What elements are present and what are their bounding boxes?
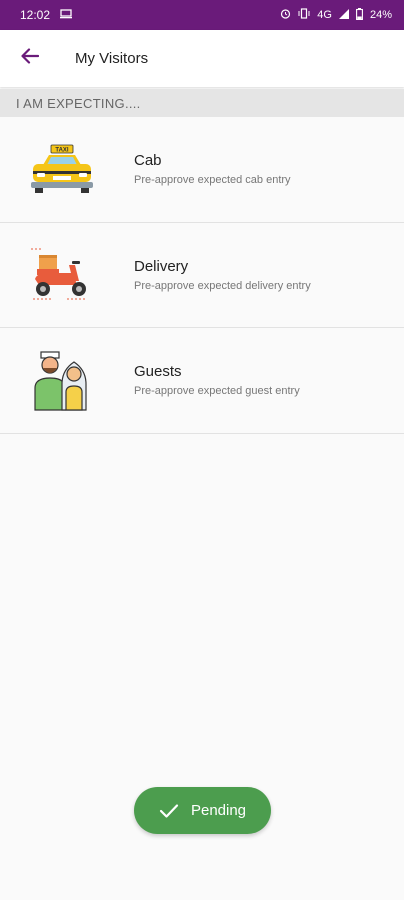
battery-icon bbox=[356, 7, 363, 23]
delivery-scooter-icon bbox=[28, 245, 96, 305]
pending-label: Pending bbox=[190, 802, 247, 819]
signal-icon bbox=[338, 8, 349, 22]
status-time: 12:02 bbox=[20, 8, 51, 22]
status-bar: 12:02 4G 24% bbox=[0, 0, 404, 30]
list-item-subtitle: Pre-approve expected delivery entry bbox=[134, 279, 311, 292]
check-icon bbox=[159, 803, 179, 819]
vibrate-icon bbox=[298, 8, 310, 22]
list-item-delivery[interactable]: Delivery Pre-approve expected delivery e… bbox=[0, 222, 404, 328]
list-item-subtitle: Pre-approve expected guest entry bbox=[134, 385, 300, 398]
list-item-title: Cab bbox=[134, 152, 162, 170]
pending-button[interactable]: Pending bbox=[134, 787, 271, 834]
taxi-icon: TAXI bbox=[28, 139, 96, 199]
list-item-subtitle: Pre-approve expected cab entry bbox=[134, 174, 291, 187]
guests-icon bbox=[28, 350, 96, 411]
app-bar: My Visitors bbox=[0, 30, 404, 87]
back-button[interactable] bbox=[15, 44, 45, 74]
list-item-title: Guests bbox=[134, 363, 182, 381]
monitor-icon bbox=[60, 8, 73, 22]
svg-text:TAXI: TAXI bbox=[55, 148, 69, 154]
arrow-left-icon bbox=[21, 48, 40, 69]
network-type: 4G bbox=[317, 9, 332, 21]
visitor-type-list: TAXI Cab Pre-approve expected cab entry bbox=[0, 117, 404, 434]
alarm-icon bbox=[280, 8, 291, 22]
page-title: My Visitors bbox=[75, 50, 149, 67]
section-header: I AM EXPECTING.... bbox=[0, 89, 404, 117]
list-item-guests[interactable]: Guests Pre-approve expected guest entry bbox=[0, 328, 404, 434]
battery-level: 24% bbox=[369, 9, 392, 21]
list-item-title: Delivery bbox=[134, 257, 189, 275]
list-item-cab[interactable]: TAXI Cab Pre-approve expected cab entry bbox=[0, 117, 404, 223]
